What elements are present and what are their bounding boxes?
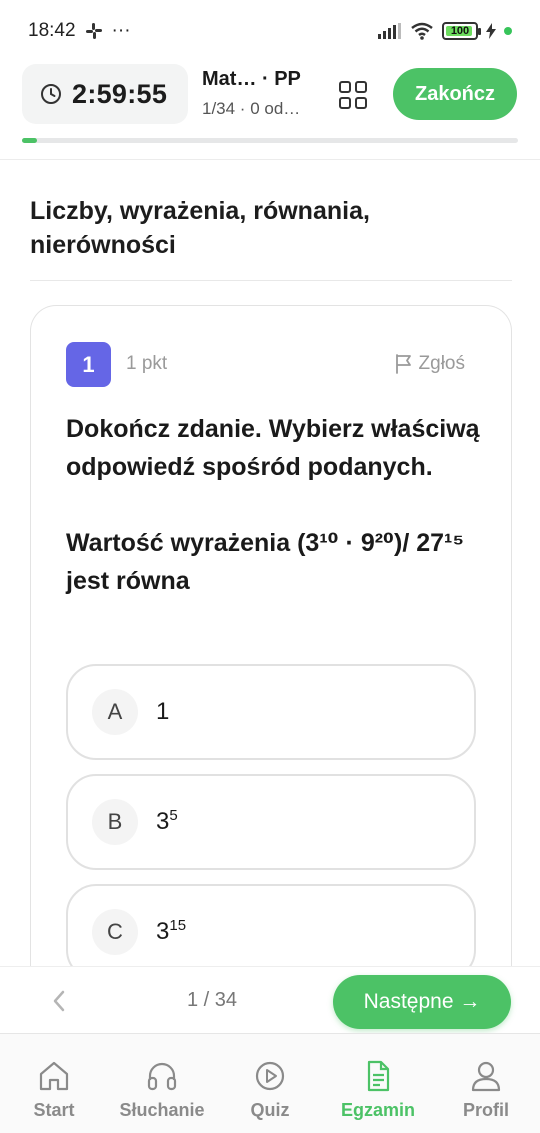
more-notifications-icon: ··· [111, 20, 131, 41]
exam-header: 2:59:55 Mat… · PP 1/34 · 0 od… Zakończ [0, 62, 540, 160]
user-icon [471, 1061, 501, 1092]
finish-button[interactable]: Zakończ [393, 68, 517, 120]
question-pager: 1 / 34 Następne → [0, 966, 540, 1032]
slack-icon [85, 23, 102, 39]
question-grid-icon[interactable] [338, 80, 368, 110]
exam-title: Mat… · PP [202, 68, 301, 90]
nav-item-listening[interactable]: Słuchanie [108, 1034, 216, 1133]
nav-label: Słuchanie [119, 1100, 205, 1120]
bottom-navigation: Start Słuchanie Quiz Egzamin Profil [0, 1033, 540, 1133]
nav-item-start[interactable]: Start [0, 1034, 108, 1133]
question-instruction: Dokończ zdanie. Wybierz właściwą odpowie… [66, 415, 480, 481]
option-value: 315 [156, 917, 187, 945]
nav-item-exam[interactable]: Egzamin [324, 1034, 432, 1133]
header-divider [0, 159, 540, 160]
question-card: 1 1 pkt Zgłoś Dokończ zdanie. Wybierz wł… [30, 305, 512, 1005]
play-circle-icon [255, 1061, 285, 1091]
privacy-indicator-dot [504, 27, 512, 35]
option-value: 1 [156, 698, 170, 725]
flag-icon [395, 354, 411, 374]
answer-option-a[interactable]: A 1 [66, 664, 476, 760]
document-icon [367, 1060, 390, 1092]
report-label: Zgłoś [418, 353, 465, 374]
status-time: 18:42 [28, 20, 76, 41]
signal-icon [378, 23, 401, 39]
question-prompt: Wartość wyrażenia (3¹⁰ · 9²⁰)/ 27¹⁵ jest… [66, 529, 465, 595]
battery-icon: 100 [442, 22, 481, 40]
nav-item-profile[interactable]: Profil [432, 1034, 540, 1133]
exam-subtitle: 1/34 · 0 od… [202, 99, 301, 118]
next-button[interactable]: Następne → [333, 975, 511, 1029]
home-icon [39, 1061, 69, 1091]
exam-progress-fill [22, 138, 37, 143]
option-value: 35 [156, 807, 178, 835]
timer: 2:59:55 [22, 64, 188, 124]
answer-option-b[interactable]: B 35 [66, 774, 476, 870]
exam-info: Mat… · PP 1/34 · 0 od… [202, 68, 320, 119]
question-text: Dokończ zdanie. Wybierz właściwą odpowie… [66, 410, 486, 600]
battery-level: 100 [450, 25, 470, 37]
option-letter: B [92, 799, 138, 845]
question-number-badge: 1 [66, 342, 111, 387]
nav-item-quiz[interactable]: Quiz [216, 1034, 324, 1133]
section-title: Liczby, wyrażenia, równania, nierówności [30, 197, 370, 259]
nav-label: Start [33, 1100, 75, 1120]
exam-progress-bar [22, 138, 518, 143]
timer-value: 2:59:55 [72, 78, 168, 109]
option-letter: A [92, 689, 138, 735]
status-bar: 18:42 ··· 100 [0, 0, 540, 62]
nav-label: Profil [462, 1100, 509, 1120]
wifi-icon [411, 22, 433, 40]
question-points: 1 pkt [126, 353, 168, 374]
clock-icon [41, 84, 61, 104]
report-button[interactable]: Zgłoś [395, 353, 465, 375]
headphones-icon [147, 1062, 177, 1091]
section-divider [30, 280, 512, 281]
option-letter: C [92, 909, 138, 955]
charging-icon [486, 23, 496, 39]
nav-label: Quiz [250, 1100, 290, 1120]
nav-label: Egzamin [340, 1100, 415, 1120]
